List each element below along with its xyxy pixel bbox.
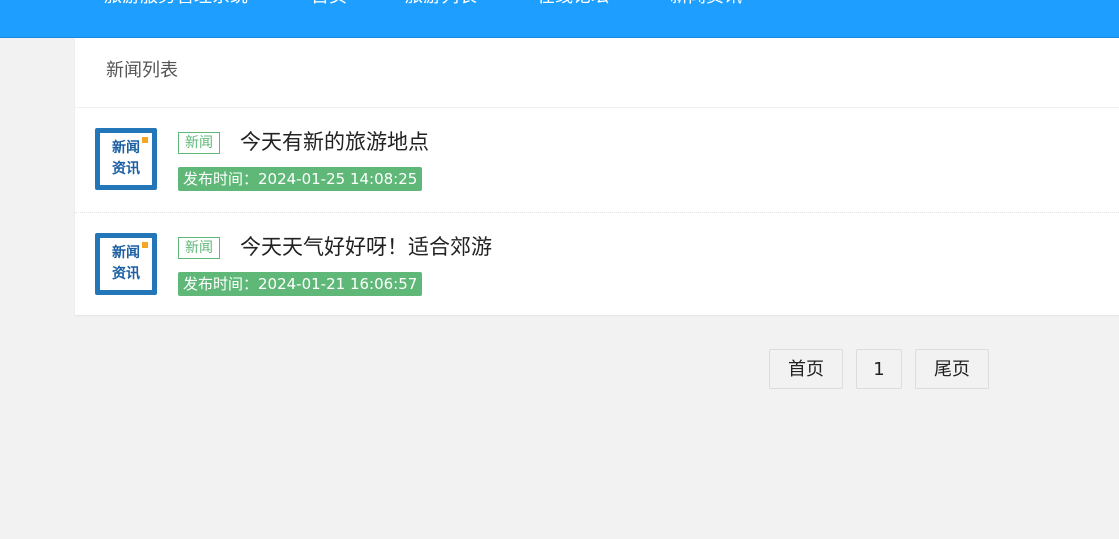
thumbnail-text-line1: 新闻 (112, 245, 140, 261)
nav-item-forum[interactable]: 在线论坛 (537, 0, 609, 10)
panel-header: 新闻列表 (75, 38, 1119, 108)
nav-item-news[interactable]: 新闻资讯 (670, 0, 742, 10)
news-thumbnail[interactable]: 新闻 资讯 (95, 233, 157, 295)
nav-item-travel-list[interactable]: 旅游列表 (405, 0, 477, 10)
pagination-page-button[interactable]: 1 (856, 349, 902, 389)
page-title: 新闻列表 (106, 60, 178, 81)
news-thumbnail-inner: 新闻 资讯 (100, 238, 152, 290)
news-thumbnail-inner: 新闻 资讯 (100, 133, 152, 185)
top-navbar: 旅游服务管理系统 首页 旅游列表 在线论坛 新闻资讯 (0, 0, 1119, 38)
news-list-panel: 新闻列表 新闻 资讯 新闻 今天有新的旅游地点 发布时间：2024-01-25 … (75, 38, 1119, 315)
publish-time-badge: 发布时间：2024-01-21 16:06:57 (178, 272, 423, 296)
site-title[interactable]: 旅游服务管理系统 (104, 0, 248, 10)
pagination-first-button[interactable]: 首页 (769, 349, 843, 389)
news-title-link[interactable]: 今天有新的旅游地点 (240, 128, 429, 156)
news-category-tag: 新闻 (178, 237, 220, 259)
news-title-link[interactable]: 今天天气好好呀！适合郊游 (240, 233, 492, 261)
news-category-tag: 新闻 (178, 132, 220, 154)
nav-item-home[interactable]: 首页 (311, 0, 347, 10)
news-list-item[interactable]: 新闻 资讯 新闻 今天天气好好呀！适合郊游 发布时间：2024-01-21 16… (75, 213, 1119, 317)
news-thumbnail[interactable]: 新闻 资讯 (95, 128, 157, 190)
thumbnail-text-line2: 资讯 (112, 161, 140, 177)
publish-time-badge: 发布时间：2024-01-25 14:08:25 (178, 167, 423, 191)
thumbnail-text-line2: 资讯 (112, 266, 140, 282)
thumbnail-text-line1: 新闻 (112, 140, 140, 156)
news-list-item[interactable]: 新闻 资讯 新闻 今天有新的旅游地点 发布时间：2024-01-25 14:08… (75, 108, 1119, 213)
pagination-last-button[interactable]: 尾页 (915, 349, 989, 389)
